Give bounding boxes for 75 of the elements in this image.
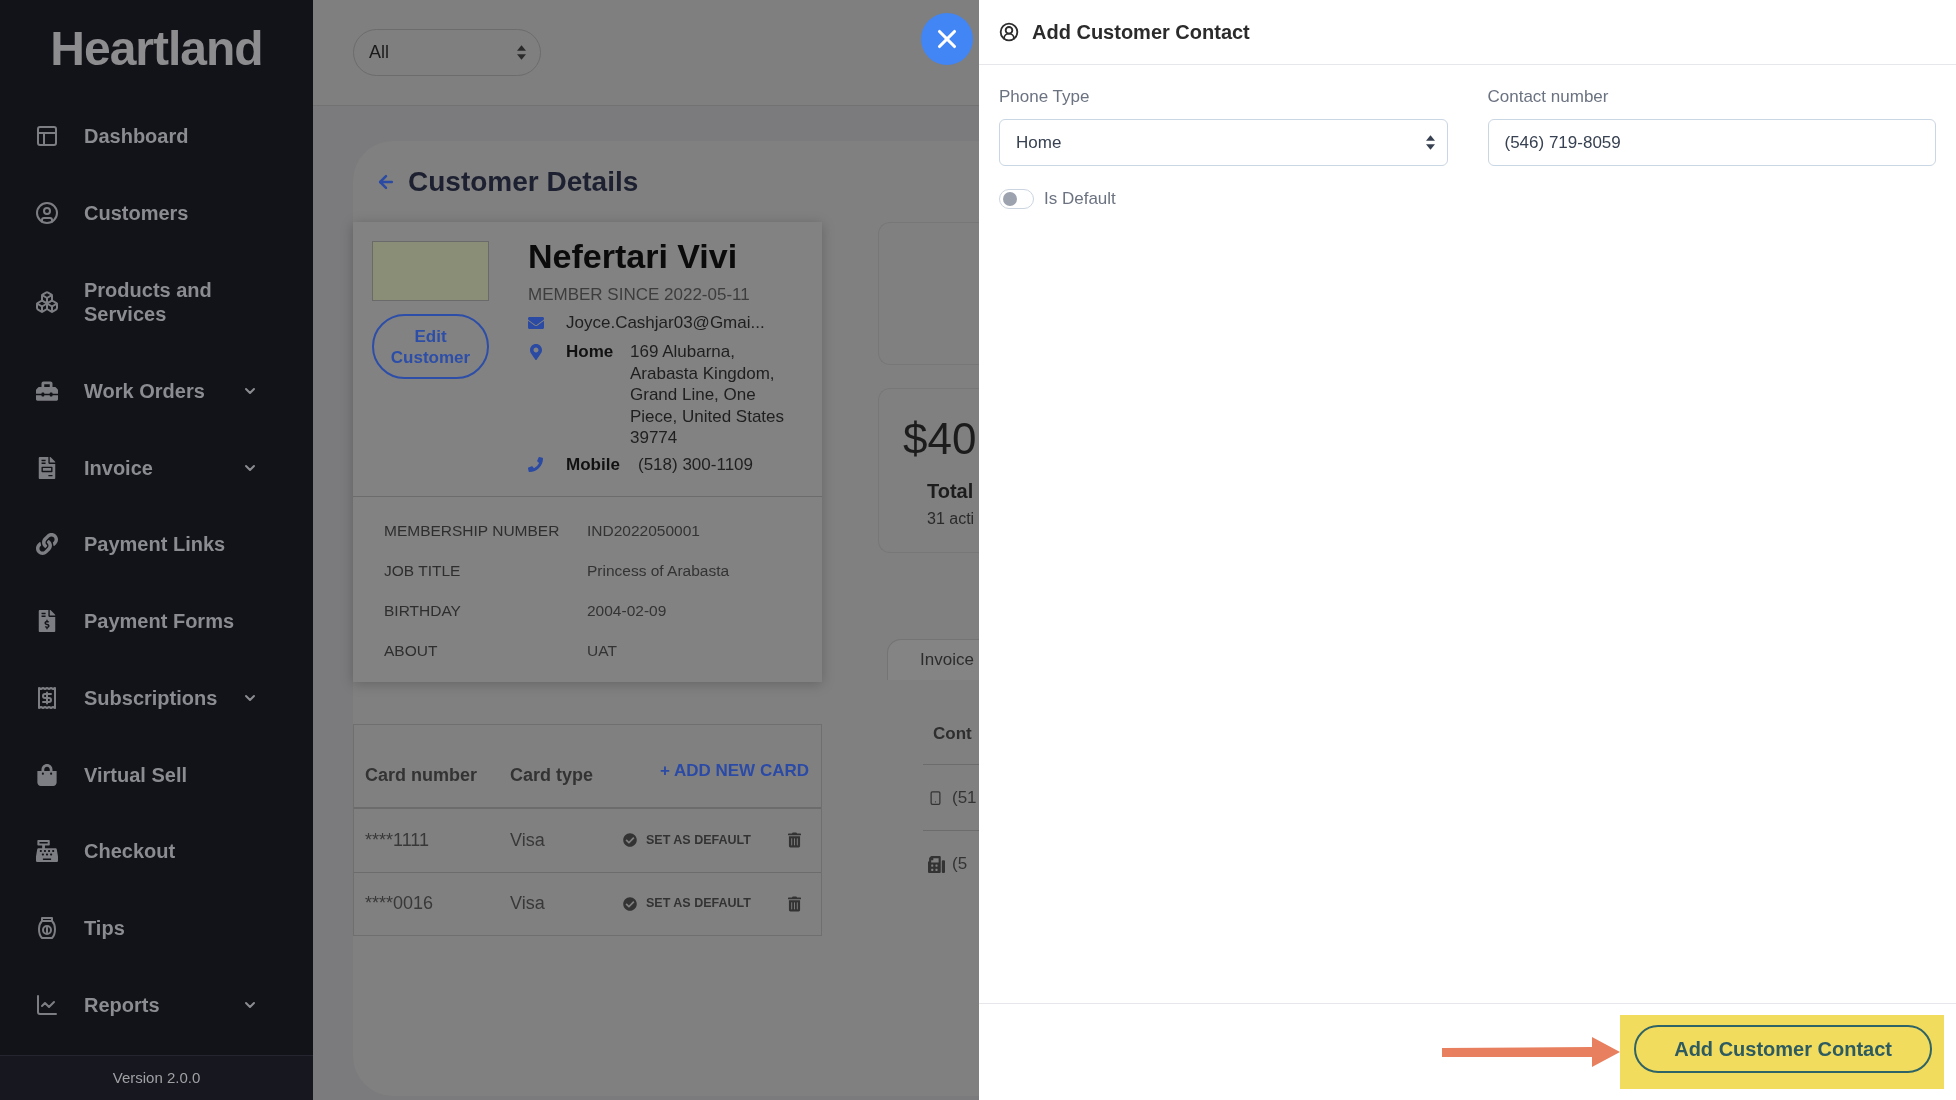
cash-register-icon [36,840,58,863]
column-header: Cont [933,724,972,744]
dashboard-icon [35,124,59,149]
user-circle-icon [35,201,59,226]
invoice-icon [36,456,58,479]
phone-icon [528,457,543,472]
nav-item[interactable]: Dashboard [0,98,313,175]
shopping-bag-icon [36,763,58,786]
toggle-label: Is Default [1044,188,1116,210]
field-label: Phone Type [999,86,1091,108]
line-chart-icon [35,993,59,1017]
phone-type-select[interactable]: Home [999,119,1448,166]
table-cell-text: Visa [510,828,546,852]
detail-label: JOB TITLE [384,560,462,581]
mobile-phone-icon [928,788,943,807]
summary-title: Total [927,479,975,503]
customer-name: Nefertari Vivi [528,236,739,276]
table-cell-text: ****0016 [365,892,435,915]
detail-value: 2004-02-09 [587,600,667,621]
nav-item[interactable]: Tips [0,889,313,967]
fax-icon [928,855,945,873]
add-customer-contact-button[interactable]: Add Customer Contact [1634,1025,1932,1073]
logo: Heartland [50,25,263,73]
tab[interactable]: Invoice [887,639,979,680]
receipt-icon [35,685,59,710]
nav-item[interactable]: Payment Links [0,505,313,583]
sort-arrows-icon [517,45,526,60]
contact-number-field[interactable]: (546) 719-8059 [1487,119,1936,166]
contact-number-text: (51 [952,786,977,809]
location-pin-icon [530,344,542,360]
set-default-button[interactable]: SET AS DEFAULT [623,830,751,850]
trash-icon[interactable] [788,895,801,912]
nav-item[interactable]: Virtual Sell [0,736,313,814]
sort-arrows-icon [1425,135,1435,150]
envelope-icon [528,315,544,331]
version-text: Version 2.0.0 [112,1067,201,1088]
address-label: Home [566,341,615,363]
nav-item[interactable]: Products and Services [0,251,313,353]
contact-number-text: (5 [952,853,968,876]
column-header: Card type [510,764,594,787]
phone-text: (518) 300-1109 [638,453,753,476]
nav-item[interactable]: Reports [0,966,313,1044]
table-cell-text: ****1111 [365,828,431,852]
detail-value: UAT [587,640,617,661]
phone-label: Mobile [566,453,621,476]
amount-text: $40 [903,417,978,461]
nav-item[interactable]: Work Orders [0,352,313,430]
nav-item[interactable]: Payment Forms [0,582,313,660]
user-circle-icon [999,22,1019,42]
detail-label: BIRTHDAY [384,600,462,621]
detail-label: ABOUT [384,640,439,661]
link-icon [36,533,58,556]
toolbox-icon [36,379,58,402]
drawer-title: Add Customer Contact [1032,20,1250,45]
nav-item[interactable]: Invoice [0,429,313,506]
field-label: Contact number [1487,86,1610,108]
detail-value: IND2022050001 [587,520,700,541]
jar-icon [35,916,59,941]
nav-item[interactable]: Customers [0,174,313,252]
trash-icon[interactable] [788,832,801,848]
address-text: 169 Alubarna, Arabasta Kingdom, Grand Line, One Piece, United States 39774 [630,341,786,449]
set-default-button[interactable]: SET AS DEFAULT [623,894,751,913]
summary-subtitle: 31 acti [927,509,976,529]
member-since-text: MEMBER SINCE 2022-05-11 [528,284,751,306]
email-text: Joyce.Cashjar03@Gmai... [566,312,765,334]
detail-value: Princess of Arabasta [587,560,730,581]
default-toggle[interactable] [999,188,1034,209]
boxes-icon [35,289,59,314]
nav-item[interactable]: Checkout [0,813,313,890]
page-title: Customer Details [408,165,639,199]
detail-label: MEMBERSHIP NUMBER [384,520,561,541]
dollar-document-icon [36,610,58,633]
nav-item[interactable]: Subscriptions [0,659,313,737]
table-cell-text: Visa [510,892,546,915]
column-header: Card number [365,764,479,787]
